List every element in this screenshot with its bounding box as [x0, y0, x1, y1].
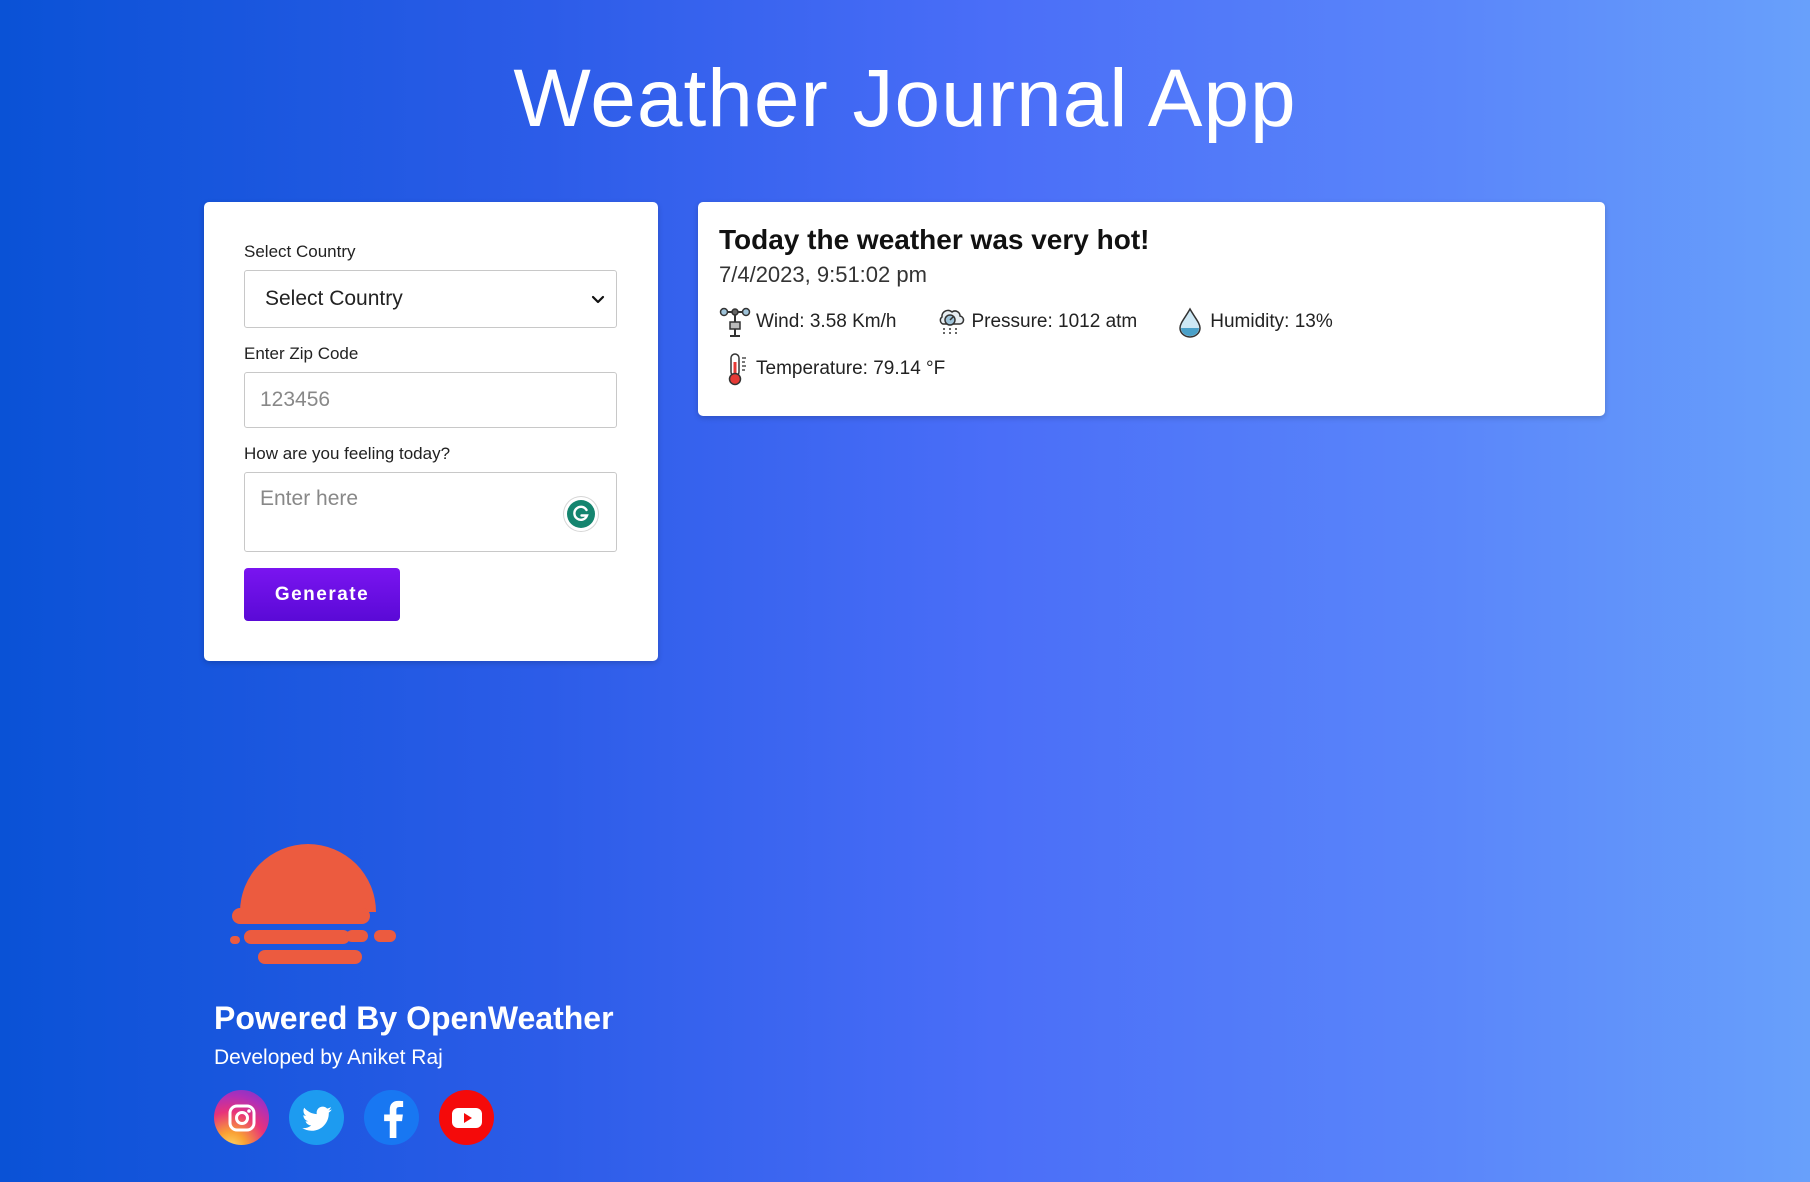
country-select[interactable]: Select Country [244, 270, 617, 328]
powered-by-text: Powered By OpenWeather [214, 1000, 614, 1036]
twitter-bird-icon [301, 1106, 332, 1131]
thermometer-icon [728, 353, 746, 386]
temperature-row: Temperature: 79.14 °F [719, 352, 1584, 386]
feeling-field [244, 472, 617, 552]
app-title: Weather Journal App [513, 53, 1297, 144]
developer-credit: Developed by Aniket Raj [214, 1046, 443, 1069]
facebook-icon[interactable] [364, 1090, 419, 1145]
country-select-value: Select Country [265, 287, 403, 310]
entry-date: 7/4/2023, 9:51:02 pm [719, 262, 927, 287]
temperature-stat: Temperature: 79.14 °F [719, 352, 945, 386]
anemometer-icon [719, 307, 751, 337]
feeling-label: How are you feeling today? [244, 444, 451, 463]
chevron-down-icon [591, 295, 605, 304]
journal-form-card: Select Country Select Country Enter Zip … [204, 202, 658, 661]
instagram-icon[interactable] [214, 1090, 269, 1145]
pressure-value: Pressure: 1012 atm [971, 311, 1138, 332]
grammarly-glyph-icon [567, 500, 595, 528]
wind-stat: Wind: 3.58 Km/h [719, 306, 896, 338]
pressure-gauge-icon [940, 309, 965, 336]
twitter-icon[interactable] [289, 1090, 344, 1145]
wind-value: Wind: 3.58 Km/h [756, 311, 897, 332]
journal-entry-card: Today the weather was very hot! 7/4/2023… [698, 202, 1605, 416]
facebook-f-icon [383, 1100, 403, 1138]
humidity-value: Humidity: 13% [1210, 311, 1333, 332]
zip-input[interactable] [244, 372, 617, 428]
pressure-stat: Pressure: 1012 atm [934, 306, 1137, 338]
zip-label: Enter Zip Code [244, 344, 359, 363]
humidity-stat: Humidity: 13% [1175, 306, 1333, 338]
grammarly-icon[interactable] [564, 497, 598, 531]
youtube-play-icon [451, 1107, 482, 1128]
water-drop-icon [1179, 307, 1202, 338]
country-label: Select Country [244, 242, 356, 261]
weather-stats-row: Wind: 3.58 Km/h Pressure: 1012 atm Humid… [719, 306, 1584, 338]
generate-button[interactable]: Generate [244, 568, 400, 621]
youtube-icon[interactable] [439, 1090, 494, 1145]
temperature-value: Temperature: 79.14 °F [756, 358, 946, 379]
feeling-textarea[interactable] [244, 472, 617, 552]
instagram-glyph-icon [228, 1104, 255, 1131]
social-links [214, 1090, 514, 1145]
openweather-logo [230, 844, 396, 964]
entry-heading: Today the weather was very hot! [719, 224, 1150, 255]
